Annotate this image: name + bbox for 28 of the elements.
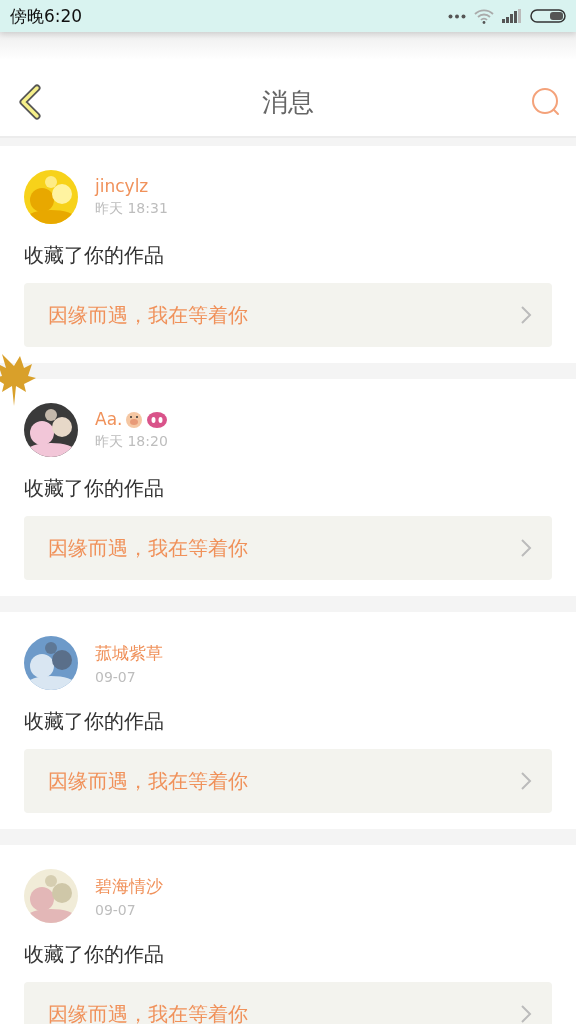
chevron-right-icon bbox=[520, 771, 532, 791]
user-name[interactable]: 菰城紫草 bbox=[95, 641, 163, 665]
message-text: 收藏了你的作品 bbox=[24, 708, 165, 735]
chevron-right-icon bbox=[520, 538, 532, 558]
message-text: 收藏了你的作品 bbox=[24, 941, 165, 968]
signal-icon bbox=[502, 9, 522, 23]
status-time: 傍晚6:20 bbox=[10, 4, 83, 28]
work-link[interactable]: 因缘而遇，我在等着你 bbox=[24, 982, 552, 1024]
chevron-right-icon bbox=[520, 305, 532, 325]
work-link[interactable]: 因缘而遇，我在等着你 bbox=[24, 749, 552, 813]
message-time: 09-07 bbox=[95, 668, 137, 685]
message-text: 收藏了你的作品 bbox=[24, 242, 165, 269]
work-link[interactable]: 因缘而遇，我在等着你 bbox=[24, 516, 552, 580]
pig-nose-icon bbox=[146, 409, 169, 429]
message-time: 昨天 18:20 bbox=[95, 433, 169, 451]
work-link[interactable]: 因缘而遇，我在等着你 bbox=[24, 283, 552, 347]
message-time: 09-07 bbox=[95, 901, 137, 918]
chevron-right-icon bbox=[520, 1004, 532, 1024]
message-text: 收藏了你的作品 bbox=[24, 475, 165, 502]
more-dots-icon bbox=[448, 13, 466, 19]
user-name[interactable]: Aa. bbox=[95, 409, 123, 429]
wifi-icon bbox=[474, 8, 494, 24]
user-name[interactable]: 碧海情沙 bbox=[95, 874, 163, 898]
user-name[interactable]: jincylz bbox=[95, 176, 149, 196]
battery-icon bbox=[530, 9, 566, 23]
pig-face-icon bbox=[124, 409, 145, 429]
page-title: 消息 bbox=[262, 86, 314, 119]
message-time: 昨天 18:31 bbox=[95, 200, 168, 218]
